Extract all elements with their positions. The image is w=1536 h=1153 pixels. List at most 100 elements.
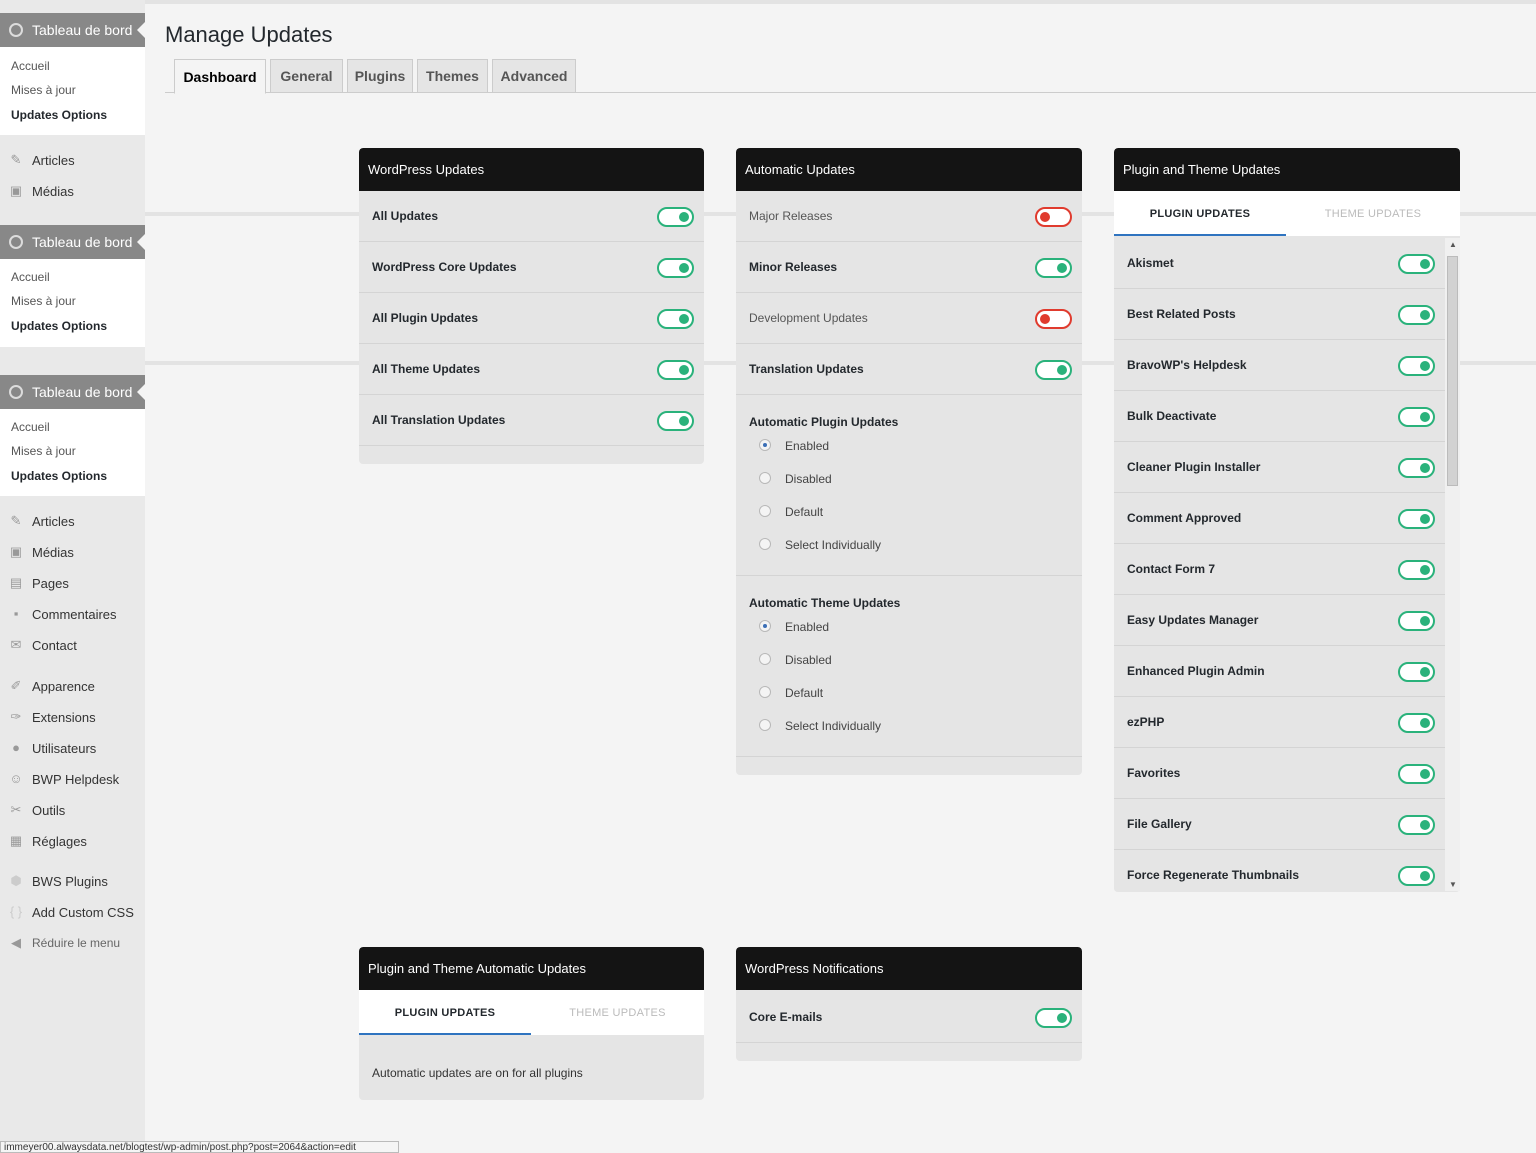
radio-disabled[interactable]: Disabled xyxy=(759,472,832,486)
toggle-switch[interactable] xyxy=(1035,309,1072,329)
mail-icon: ✉ xyxy=(10,637,22,652)
tab-themes[interactable]: Themes xyxy=(417,59,488,93)
menu-apparence-label: Apparence xyxy=(32,678,95,694)
toggle-switch[interactable] xyxy=(1398,866,1435,886)
radio-label: Default xyxy=(785,505,824,519)
dashboard-submenu-2: Accueil Mises à jour Updates Options xyxy=(0,259,145,347)
menu-commentaires[interactable]: ▪ Commentaires xyxy=(0,600,145,628)
dashboard-icon xyxy=(9,235,23,249)
menu-pages[interactable]: ▤ Pages xyxy=(0,569,145,597)
nav-tabs: Dashboard General Plugins Themes Advance… xyxy=(165,59,1536,94)
user-icon: ● xyxy=(12,740,20,755)
submenu-updates-options[interactable]: Updates Options xyxy=(11,108,107,122)
toggle-row: All Plugin Updates xyxy=(359,293,704,344)
radio-default[interactable]: Default xyxy=(759,505,823,519)
menu-medias[interactable]: ▣ Médias xyxy=(0,538,145,566)
radio-enabled[interactable]: Enabled xyxy=(759,439,829,453)
submenu-updates-options[interactable]: Updates Options xyxy=(11,469,107,483)
toggle-switch[interactable] xyxy=(1398,662,1435,682)
toggle-switch[interactable] xyxy=(1398,458,1435,478)
toggle-switch[interactable] xyxy=(1035,1008,1072,1028)
toggle-switch[interactable] xyxy=(1398,713,1435,733)
toggle-switch[interactable] xyxy=(1398,815,1435,835)
tab-advanced[interactable]: Advanced xyxy=(492,59,576,93)
active-underline xyxy=(1114,234,1286,236)
radio-select-individually[interactable]: Select Individually xyxy=(759,538,881,552)
plugin-label: Enhanced Plugin Admin xyxy=(1127,664,1265,678)
menu-articles[interactable]: ✎ Articles xyxy=(0,146,145,174)
radio-unchecked-icon xyxy=(759,686,771,698)
subtab-plugin-updates[interactable]: PLUGIN UPDATES xyxy=(359,990,531,1035)
theme-updates-group: Automatic Theme Updates Enabled Disabled… xyxy=(736,576,1082,757)
toggle-switch[interactable] xyxy=(1398,560,1435,580)
toggle-switch[interactable] xyxy=(1035,207,1072,227)
submenu-accueil[interactable]: Accueil xyxy=(11,270,50,284)
toggle-row: All Updates xyxy=(359,191,704,242)
toggle-switch[interactable] xyxy=(657,411,694,431)
scroll-up-icon[interactable]: ▲ xyxy=(1449,240,1457,249)
radio-disabled[interactable]: Disabled xyxy=(759,653,832,667)
toggle-switch[interactable] xyxy=(657,309,694,329)
toggle-switch[interactable] xyxy=(657,207,694,227)
menu-bws-plugins[interactable]: ⬢ BWS Plugins xyxy=(0,867,145,895)
menu-bwp-helpdesk[interactable]: ☺ BWP Helpdesk xyxy=(0,765,145,793)
toggle-switch[interactable] xyxy=(1398,254,1435,274)
toggle-switch[interactable] xyxy=(1398,611,1435,631)
submenu-mises-a-jour[interactable]: Mises à jour xyxy=(11,444,76,458)
plugin-row: Force Regenerate Thumbnails xyxy=(1114,850,1445,892)
toggle-switch[interactable] xyxy=(1035,258,1072,278)
plugin-row: Easy Updates Manager xyxy=(1114,595,1445,646)
menu-dashboard-2[interactable]: Tableau de bord xyxy=(0,225,145,259)
plugin-row: Favorites xyxy=(1114,748,1445,799)
scrollbar-thumb[interactable] xyxy=(1447,256,1458,486)
toggle-switch[interactable] xyxy=(1398,356,1435,376)
toggle-switch[interactable] xyxy=(1398,305,1435,325)
submenu-mises-a-jour[interactable]: Mises à jour xyxy=(11,294,76,308)
collapse-menu[interactable]: ◀ Réduire le menu xyxy=(0,929,145,957)
menu-add-custom-css[interactable]: { } Add Custom CSS xyxy=(0,898,145,926)
scroll-down-icon[interactable]: ▼ xyxy=(1449,880,1457,889)
comment-icon: ▪ xyxy=(13,606,19,621)
radio-enabled[interactable]: Enabled xyxy=(759,620,829,634)
subtab-theme-updates[interactable]: THEME UPDATES xyxy=(1286,191,1460,236)
menu-apparence[interactable]: ✐ Apparence xyxy=(0,672,145,700)
tab-plugins[interactable]: Plugins xyxy=(347,59,413,93)
submenu-accueil[interactable]: Accueil xyxy=(11,420,50,434)
radio-select-individually[interactable]: Select Individually xyxy=(759,719,881,733)
plugin-row: Best Related Posts xyxy=(1114,289,1445,340)
menu-pages-label: Pages xyxy=(32,575,69,591)
menu-articles[interactable]: ✎ Articles xyxy=(0,507,145,535)
menu-dashboard[interactable]: Tableau de bord xyxy=(0,13,145,47)
submenu-mises-a-jour[interactable]: Mises à jour xyxy=(11,83,76,97)
menu-outils[interactable]: ✂ Outils xyxy=(0,796,145,824)
menu-contact[interactable]: ✉ Contact xyxy=(0,631,145,659)
menu-medias-label: Médias xyxy=(32,544,74,560)
subtab-theme-updates[interactable]: THEME UPDATES xyxy=(531,990,704,1035)
toggle-switch[interactable] xyxy=(657,360,694,380)
menu-dashboard-3[interactable]: Tableau de bord xyxy=(0,375,145,409)
submenu-updates-options[interactable]: Updates Options xyxy=(11,319,107,333)
toggle-switch[interactable] xyxy=(657,258,694,278)
toggle-switch[interactable] xyxy=(1398,764,1435,784)
plugin-list-scrollbar[interactable]: ▲ ▼ xyxy=(1445,238,1460,891)
subtabs: PLUGIN UPDATES THEME UPDATES xyxy=(359,990,704,1035)
toggle-switch[interactable] xyxy=(1398,509,1435,529)
menu-medias[interactable]: ▣ Médias xyxy=(0,177,145,205)
menu-utilisateurs[interactable]: ● Utilisateurs xyxy=(0,734,145,762)
tab-general[interactable]: General xyxy=(270,59,343,93)
card-title: WordPress Notifications xyxy=(736,947,1082,990)
toggle-switch[interactable] xyxy=(1035,360,1072,380)
radio-checked-icon xyxy=(759,620,771,632)
menu-reglages[interactable]: ▦ Réglages xyxy=(0,827,145,855)
toggle-switch[interactable] xyxy=(1398,407,1435,427)
toggle-label: All Updates xyxy=(372,209,439,223)
plugin-label: Favorites xyxy=(1127,766,1181,780)
menu-extensions[interactable]: ✑ Extensions xyxy=(0,703,145,731)
tab-dashboard[interactable]: Dashboard xyxy=(174,59,266,94)
radio-unchecked-icon xyxy=(759,719,771,731)
radio-default[interactable]: Default xyxy=(759,686,823,700)
subtab-plugin-updates[interactable]: PLUGIN UPDATES xyxy=(1114,191,1286,236)
submenu-accueil[interactable]: Accueil xyxy=(11,59,50,73)
toggle-row: Development Updates xyxy=(736,293,1082,344)
toggle-row: Core E-mails xyxy=(736,992,1082,1043)
